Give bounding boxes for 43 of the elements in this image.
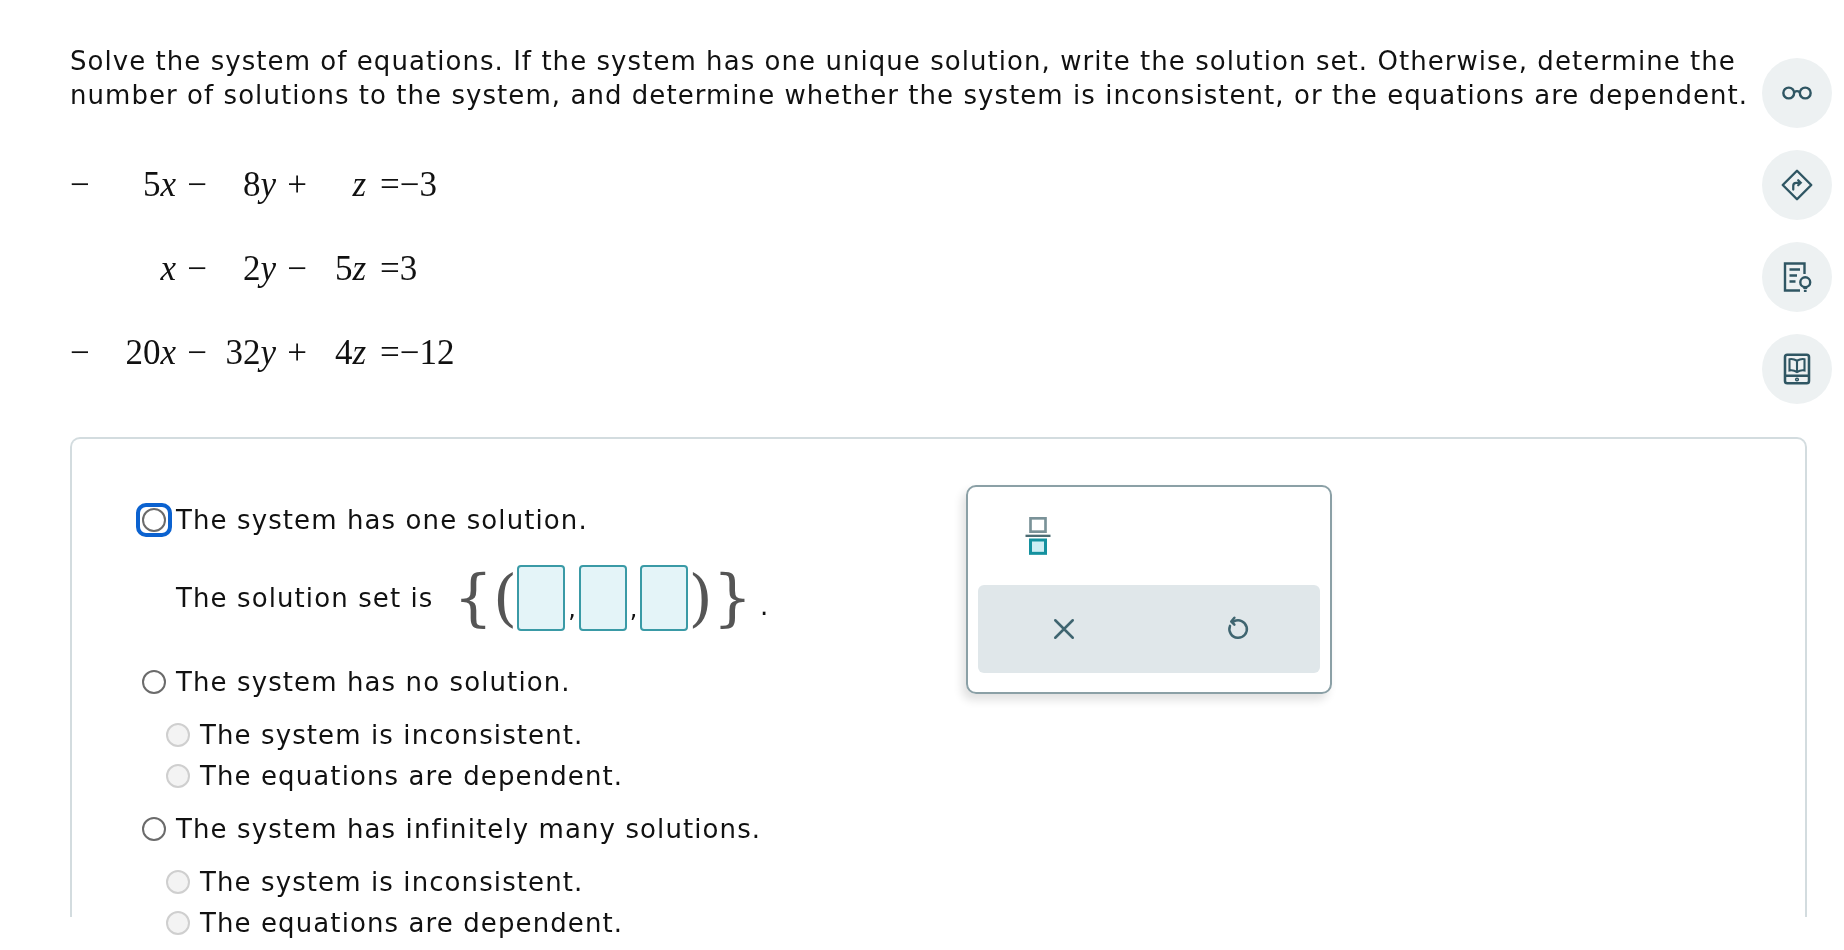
equation-term: x [160, 248, 176, 290]
radio-button[interactable] [142, 670, 166, 694]
bracket: ( [492, 563, 518, 633]
period: . [760, 591, 769, 621]
equation-term: 5x [142, 164, 176, 206]
answer-box[interactable] [517, 565, 566, 631]
operator: − [287, 248, 307, 290]
comma: , [629, 595, 638, 623]
equation-right-side: =−12 [379, 332, 455, 374]
equation-term: 2y [242, 248, 276, 290]
equation-term: z [352, 164, 366, 206]
option-label[interactable]: The system has one solution. [176, 503, 588, 537]
option-label: The equations are dependent. [200, 760, 624, 793]
diamond-arrow-icon [1779, 167, 1815, 203]
option-label: The system is inconsistent. [200, 866, 584, 899]
equation-term: 4z [334, 332, 366, 374]
option-label: The equations are dependent. [200, 907, 624, 940]
bracket: { [453, 563, 493, 633]
bracket: } [712, 563, 753, 633]
equation-term: 5z [334, 248, 366, 290]
instructions-text: Solve the system of equations. If the system has one unique solution, write the solution set. Otherwise, determine the number of solutions to the system, and determine whether the system is inconsistent, or the equations are dependent. [70, 45, 1750, 112]
equation-right-side: =−3 [379, 164, 437, 206]
equation-term: 8y [242, 164, 276, 206]
operator: − [187, 164, 207, 206]
answer-box[interactable] [578, 565, 627, 631]
operator: + [287, 332, 307, 374]
radio-button[interactable] [142, 508, 166, 532]
operator: + [287, 164, 307, 206]
answer-box[interactable] [640, 565, 689, 631]
minus-sign: − [70, 332, 90, 374]
option-label: The system is inconsistent. [200, 719, 584, 752]
solution-set-label: The solution set is [176, 583, 434, 613]
option-label[interactable]: The system has infinitely many solutions. [176, 812, 762, 846]
minus-sign: − [70, 164, 90, 206]
equation-right-side: =3 [379, 248, 418, 290]
bracket: ) [688, 563, 713, 633]
comma: , [568, 595, 576, 623]
radio-button[interactable] [142, 817, 166, 841]
operator: − [187, 248, 207, 290]
operator: − [187, 332, 207, 374]
option-label[interactable]: The system has no solution. [176, 665, 571, 699]
equation-term: 32y [225, 332, 276, 374]
equation-term: 20x [125, 332, 176, 374]
